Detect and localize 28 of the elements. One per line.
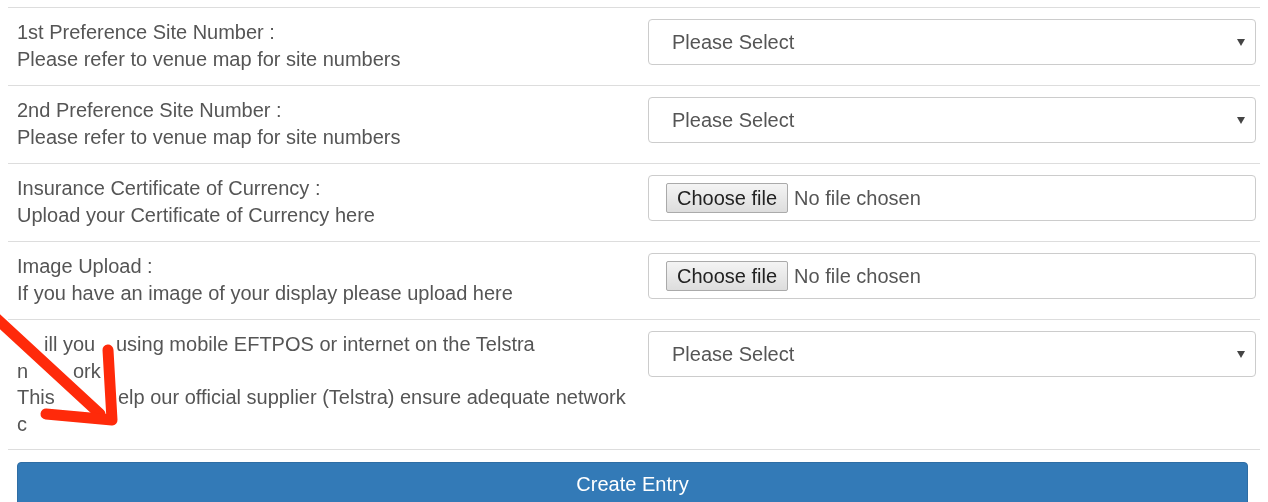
file-status: No file chosen (794, 264, 921, 288)
caret-icon (1237, 350, 1245, 358)
field-label: Image Upload : (17, 254, 154, 279)
choose-file-button[interactable]: Choose file (666, 183, 789, 213)
field-label: 1st Preference Site Number : (17, 20, 276, 45)
file-status: No file chosen (794, 186, 921, 210)
create-entry-button[interactable]: Create Entry (17, 462, 1248, 502)
field-hint: Please refer to venue map for site numbers (17, 125, 402, 150)
select-field[interactable]: Please Select (648, 331, 1256, 377)
select-field[interactable]: Please Select (648, 97, 1256, 143)
label-fragment: using mobile EFTPOS or internet on the Telstra (116, 332, 535, 357)
select-field[interactable]: Please Select (648, 19, 1256, 65)
field-hint: Upload your Certificate of Currency here (17, 203, 376, 228)
field-hint: Please refer to venue map for site numbers (17, 47, 402, 72)
field-label: Insurance Certificate of Currency : (17, 176, 322, 201)
caret-icon (1237, 38, 1245, 46)
label-fragment: elp our official supplier (Telstra) ensure adequate network (118, 385, 626, 410)
field-hint: If you have an image of your display please upload here (17, 281, 514, 306)
caret-icon (1237, 116, 1245, 124)
label-fragment: ill you (44, 332, 96, 357)
label-fragment: This (17, 385, 55, 410)
label-fragment: c (17, 411, 27, 437)
file-input[interactable]: Choose file No file chosen (648, 253, 1256, 299)
file-input[interactable]: Choose file No file chosen (648, 175, 1256, 221)
choose-file-button[interactable]: Choose file (666, 261, 789, 291)
label-fragment: n (17, 358, 29, 384)
label-fragment: ork (73, 358, 101, 384)
field-label: 2nd Preference Site Number : (17, 98, 283, 123)
